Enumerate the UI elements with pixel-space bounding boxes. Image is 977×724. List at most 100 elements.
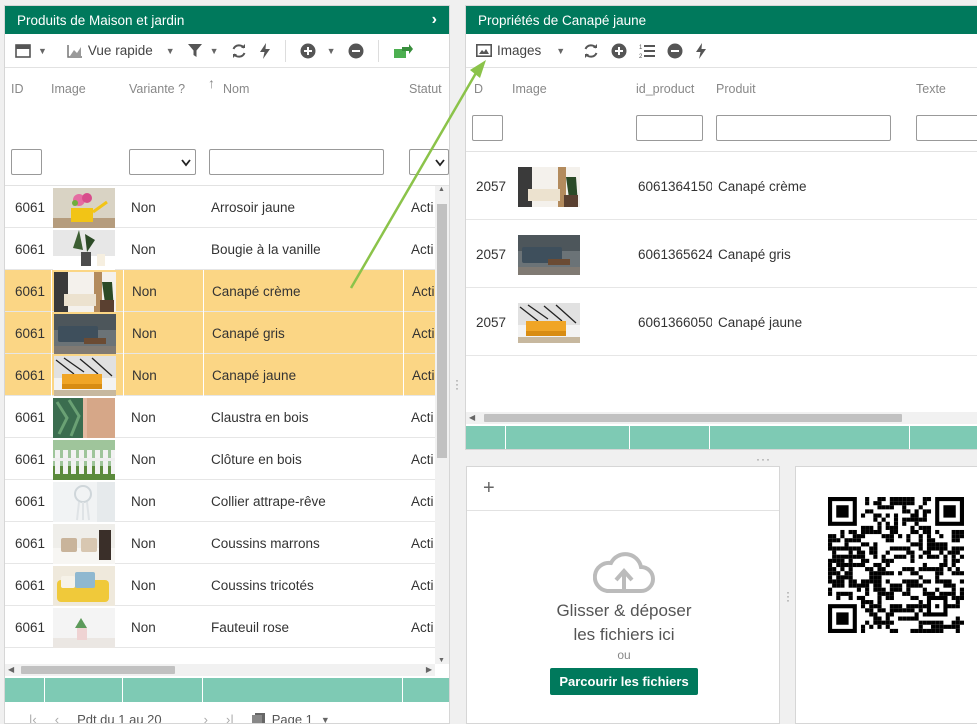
- caret-down-icon: ▼: [165, 45, 175, 56]
- table-row[interactable]: 6061 Non Arrosoir jaune Acti: [5, 186, 435, 228]
- table-row[interactable]: 2057 6061366050 Canapé jaune: [466, 288, 977, 356]
- table-row[interactable]: 6061 Non Canapé gris Acti: [5, 312, 435, 354]
- lightning-icon: [696, 42, 707, 59]
- variante-cell: Non: [123, 270, 203, 312]
- next-page-icon[interactable]: ›: [204, 712, 208, 723]
- vertical-splitter-handle[interactable]: · · ·: [455, 374, 459, 394]
- images-view-selector[interactable]: Images ▼: [472, 38, 569, 64]
- prev-page-icon[interactable]: ‹: [55, 712, 59, 723]
- pager-range-text: Pdt du 1 au 20: [77, 712, 162, 724]
- column-header-image[interactable]: Image: [512, 82, 547, 96]
- column-header-nom[interactable]: Nom: [223, 82, 249, 96]
- chevron-down-icon: [435, 159, 445, 167]
- properties-footer-band: [466, 426, 977, 449]
- column-header-id[interactable]: D: [474, 82, 483, 96]
- table-row[interactable]: 6061 Non Coussins marrons Acti: [5, 522, 435, 564]
- products-horizontal-scrollbar[interactable]: ◀ ▶: [5, 664, 435, 676]
- export-button[interactable]: [389, 38, 417, 64]
- table-row[interactable]: 6061 Non Bougie à la vanille Acti: [5, 228, 435, 270]
- table-row[interactable]: 6061 Non Fauteuil rose Acti: [5, 606, 435, 648]
- id-cell: 6061: [15, 199, 46, 215]
- caret-down-icon: ▼: [320, 714, 330, 724]
- actions-button[interactable]: [255, 38, 275, 64]
- id-cell: 2057: [476, 246, 507, 262]
- properties-horizontal-scrollbar[interactable]: ◀: [466, 412, 977, 424]
- chevron-down-icon: [181, 159, 191, 167]
- produit-filter-input[interactable]: [716, 115, 891, 141]
- texte-filter-input[interactable]: [916, 115, 977, 141]
- actions-button[interactable]: [691, 38, 711, 64]
- id-filter-input[interactable]: [472, 115, 503, 141]
- refresh-button[interactable]: [579, 38, 603, 64]
- column-header-id-product[interactable]: id_product: [636, 82, 694, 96]
- add-file-icon[interactable]: +: [483, 477, 495, 499]
- horizontal-scroll-thumb[interactable]: [484, 414, 902, 422]
- statut-cell: Acti: [411, 241, 434, 257]
- plus-circle-icon: [300, 43, 316, 58]
- column-header-statut[interactable]: Statut: [409, 82, 442, 96]
- sort-ascending-icon: ↑: [208, 75, 215, 91]
- drop-area[interactable]: Glisser & déposer les fichiers ici ou Pa…: [467, 551, 781, 695]
- variante-cell: Non: [131, 241, 156, 257]
- vertical-scroll-thumb[interactable]: [437, 204, 447, 458]
- scroll-down-icon[interactable]: ▼: [438, 657, 445, 664]
- caret-down-icon: ▼: [209, 45, 219, 56]
- browse-files-button[interactable]: Parcourir les fichiers: [550, 668, 698, 695]
- scroll-left-icon[interactable]: ◀: [8, 665, 14, 674]
- column-header-variante[interactable]: Variante ?: [129, 82, 185, 96]
- statut-cell: Acti: [411, 199, 434, 215]
- layout-menu-button[interactable]: ▼: [11, 38, 51, 64]
- table-row[interactable]: 2057 6061365624 Canapé gris: [466, 220, 977, 288]
- filter-button[interactable]: ▼: [183, 38, 223, 64]
- vertical-splitter-handle[interactable]: · · ·: [786, 586, 790, 606]
- column-header-texte[interactable]: Texte: [916, 82, 946, 96]
- produit-cell: Canapé jaune: [718, 314, 803, 330]
- add-button[interactable]: ▼: [296, 38, 340, 64]
- scroll-left-icon[interactable]: ◀: [469, 413, 475, 422]
- product-thumbnail: [51, 396, 121, 438]
- statut-cell: Acti: [403, 354, 435, 396]
- svg-text:1: 1: [639, 45, 643, 51]
- scroll-right-icon[interactable]: ▶: [426, 665, 432, 674]
- id-filter-input[interactable]: [11, 149, 42, 175]
- variante-filter-select[interactable]: [129, 149, 196, 175]
- horizontal-scroll-thumb[interactable]: [21, 666, 175, 674]
- table-row[interactable]: 6061 Non Collier attrape-rêve Acti: [5, 480, 435, 522]
- products-vertical-scrollbar[interactable]: ▲ ▼: [435, 186, 449, 664]
- remove-button[interactable]: [344, 38, 368, 64]
- ordered-list-button[interactable]: 12: [635, 38, 659, 64]
- nom-cell: Claustra en bois: [211, 409, 309, 425]
- refresh-button[interactable]: [227, 38, 251, 64]
- properties-panel: Propriétés de Canapé jaune Images ▼ 12 D…: [465, 5, 977, 450]
- id-product-filter-input[interactable]: [636, 115, 703, 141]
- table-row[interactable]: 6061 Non Claustra en bois Acti: [5, 396, 435, 438]
- variante-cell: Non: [131, 199, 156, 215]
- view-selector[interactable]: Vue rapide ▼: [63, 38, 179, 64]
- horizontal-splitter-handle[interactable]: ···: [756, 452, 771, 466]
- add-button[interactable]: [607, 38, 631, 64]
- variante-cell: Non: [131, 451, 156, 467]
- first-page-icon[interactable]: |‹: [29, 712, 37, 723]
- properties-toolbar: Images ▼ 12: [466, 34, 977, 68]
- remove-button[interactable]: [663, 38, 687, 64]
- column-header-id[interactable]: ID: [11, 82, 24, 96]
- product-thumbnail: [51, 522, 121, 564]
- table-row[interactable]: 6061 Non Clôture en bois Acti: [5, 438, 435, 480]
- scroll-up-icon[interactable]: ▲: [438, 186, 445, 193]
- table-row[interactable]: 6061 Non Coussins tricotés Acti: [5, 564, 435, 606]
- produit-cell: Canapé crème: [718, 178, 807, 194]
- column-header-produit[interactable]: Produit: [716, 82, 756, 96]
- chevron-right-icon[interactable]: ›: [432, 11, 437, 29]
- statut-cell: Acti: [411, 493, 434, 509]
- statut-filter-select[interactable]: [409, 149, 449, 175]
- page-selector[interactable]: Page 1 ▼: [251, 712, 330, 724]
- toolbar-divider: [377, 39, 379, 62]
- last-page-icon[interactable]: ›|: [226, 712, 234, 723]
- table-row[interactable]: 2057 6061364150 Canapé crème: [466, 152, 977, 220]
- table-row[interactable]: 6061 Non Canapé jaune Acti: [5, 354, 435, 396]
- column-header-image[interactable]: Image: [51, 82, 86, 96]
- table-row[interactable]: 6061 Non Canapé crème Acti: [5, 270, 435, 312]
- nom-filter-input[interactable]: [209, 149, 384, 175]
- nom-cell: Canapé gris: [203, 312, 403, 354]
- minus-circle-icon: [667, 43, 683, 58]
